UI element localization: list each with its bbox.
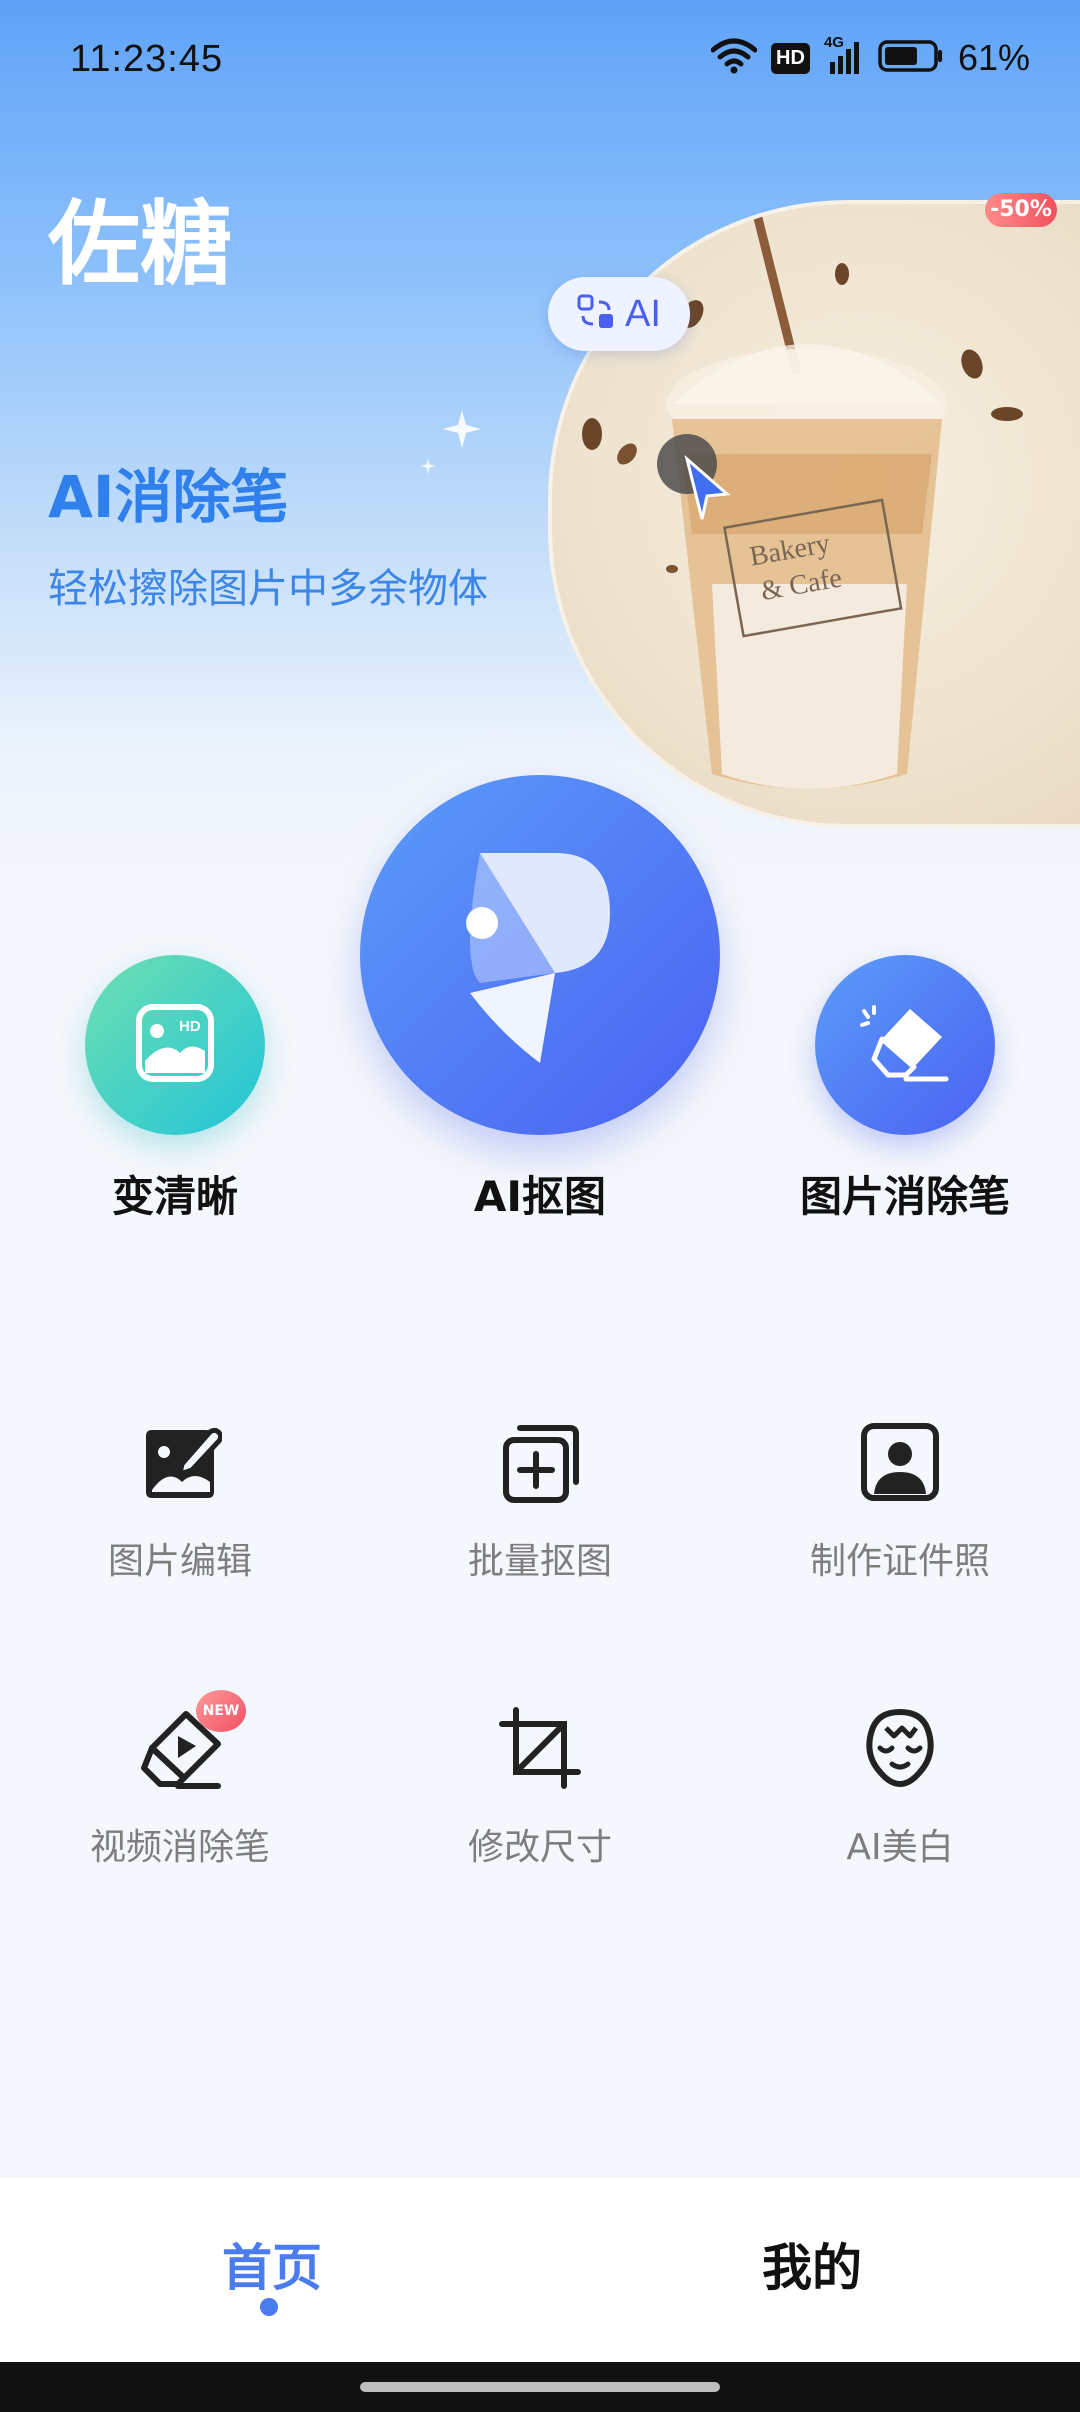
app-title: 佐糖 [48, 191, 233, 298]
crop-icon [498, 1706, 582, 1790]
tool-enhance-circle[interactable]: HD [85, 955, 265, 1135]
tool-ai-cutout-circle[interactable] [360, 775, 720, 1135]
tool-resize[interactable]: 修改尺寸 [390, 1706, 690, 1870]
gesture-handle[interactable] [360, 2382, 720, 2392]
tool-ai-whitening-label: AI美白 [846, 1827, 954, 1868]
tool-ai-whitening[interactable]: AI美白 [750, 1706, 1050, 1870]
feature-subtitle: 轻松擦除图片中多余物体 [48, 566, 488, 612]
tool-ai-cutout[interactable]: AI抠图 [360, 775, 720, 1224]
battery-icon [878, 39, 944, 77]
status-time: 11:23:45 [70, 38, 224, 80]
tool-image-edit-label: 图片编辑 [107, 1541, 252, 1582]
status-bar: 11:23:45 HD 4G 61% [0, 0, 1080, 120]
app-logo-icon [460, 843, 620, 1067]
tool-image-eraser[interactable]: 图片消除笔 [770, 955, 1040, 1224]
tool-image-eraser-label: 图片消除笔 [799, 1172, 1010, 1221]
tool-video-eraser-label: 视频消除笔 [89, 1827, 270, 1868]
gesture-bar [0, 2362, 1080, 2412]
tool-batch-cutout[interactable]: 批量抠图 [390, 1420, 690, 1584]
tool-ai-cutout-label: AI抠图 [473, 1172, 607, 1221]
face-beauty-icon [858, 1706, 942, 1790]
tool-id-photo-label: 制作证件照 [809, 1541, 990, 1582]
tool-video-eraser[interactable]: NEW 视频消除笔 [30, 1690, 330, 1870]
tool-image-eraser-circle[interactable] [815, 955, 995, 1135]
sparkle-icon [420, 458, 436, 478]
ai-chip-label: AI [625, 292, 661, 335]
batch-cutout-icon [498, 1420, 582, 1504]
video-eraser-icon: NEW [138, 1690, 246, 1790]
battery-percent: 61% [957, 37, 1030, 78]
hd-icon: HD [771, 42, 810, 74]
status-icons: HD 4G 61% [710, 34, 1030, 82]
feature-title[interactable]: AI消除笔 [48, 450, 288, 534]
nav-tab-mine[interactable]: 我的 [762, 2228, 862, 2300]
hd-image-icon: HD [135, 1003, 215, 1087]
eraser-icon [860, 1003, 950, 1087]
nav-active-indicator [260, 2298, 278, 2316]
svg-text:HD: HD [179, 1018, 201, 1035]
sparkle-icon [443, 410, 481, 452]
ai-chip[interactable]: AI [548, 277, 690, 351]
tool-id-photo[interactable]: 制作证件照 [750, 1420, 1050, 1584]
new-badge: NEW [196, 1690, 246, 1732]
discount-badge: -50% [985, 193, 1057, 227]
wifi-icon [710, 38, 758, 78]
tool-resize-label: 修改尺寸 [467, 1827, 612, 1868]
tool-enhance-label: 变清晰 [111, 1172, 238, 1221]
signal-icon: 4G [824, 34, 864, 76]
ai-transform-icon [577, 294, 617, 334]
nav-tab-home[interactable]: 首页 [222, 2228, 322, 2300]
tool-image-edit[interactable]: 图片编辑 [30, 1420, 330, 1584]
id-photo-icon [858, 1420, 942, 1504]
image-edit-icon [138, 1420, 224, 1504]
tool-batch-cutout-label: 批量抠图 [467, 1541, 612, 1582]
tool-enhance[interactable]: HD 变清晰 [70, 955, 280, 1224]
bottom-nav: 首页 我的 [0, 2178, 1080, 2362]
